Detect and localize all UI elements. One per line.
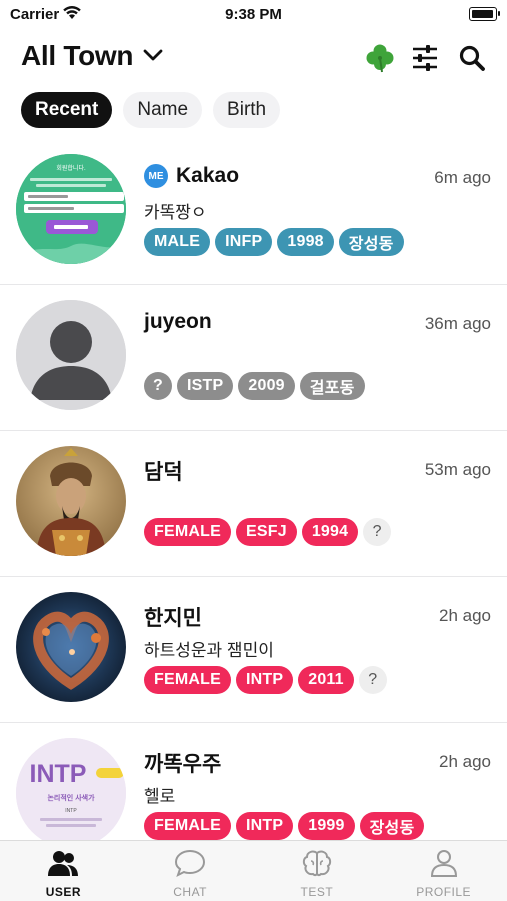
mbti-tag: INFP xyxy=(215,228,273,256)
avatar-small-text: INTP xyxy=(65,808,77,814)
gender-tag: FEMALE xyxy=(144,666,231,694)
name-line: 한지민 xyxy=(144,602,202,632)
town-selector[interactable]: All Town xyxy=(21,40,163,72)
tab-test[interactable]: TEST xyxy=(254,841,381,901)
intp-card-avatar: INTP 논리적인 사색가 INTP xyxy=(16,738,126,840)
gender-tag: MALE xyxy=(144,228,211,256)
bottom-tab-bar: USER CHAT TEST PROFILE xyxy=(0,840,507,901)
user-name: 한지민 xyxy=(144,607,202,630)
status-message: 헬로 xyxy=(144,787,176,806)
chat-bubble-icon xyxy=(174,849,206,882)
user-list: 회원합니다. ME Kakao 6m ago 카똑짱ㅇ MALE INFP 19… xyxy=(0,138,507,840)
user-name: 까똑우주 xyxy=(144,753,222,776)
avatar-big-text: INTP xyxy=(30,760,87,788)
tag-list: MALE INFP 1998 장성동 xyxy=(144,228,404,256)
tab-label: USER xyxy=(45,885,82,899)
tab-profile[interactable]: PROFILE xyxy=(380,841,507,901)
tab-user[interactable]: USER xyxy=(0,841,127,901)
birth-year-tag: 2011 xyxy=(298,666,354,694)
user-name: Kakao xyxy=(176,164,240,187)
mbti-tag: ISTP xyxy=(177,372,234,400)
time-ago: 36m ago xyxy=(424,314,491,333)
town-tag: 장성동 xyxy=(338,228,404,256)
gender-tag: FEMALE xyxy=(144,812,231,840)
sort-recent-chip[interactable]: Recent xyxy=(21,92,113,128)
tab-chat[interactable]: CHAT xyxy=(127,841,254,901)
user-row-kakao[interactable]: 회원합니다. ME Kakao 6m ago 카똑짱ㅇ MALE INFP 19… xyxy=(0,138,507,285)
time-ago: 2h ago xyxy=(439,606,491,625)
battery-icon xyxy=(469,7,500,21)
tag-list: ? ISTP 2009 걸포동 xyxy=(144,372,365,400)
page-title: All Town xyxy=(21,40,134,71)
warrior-portrait-avatar xyxy=(16,446,126,556)
sort-birth-chip[interactable]: Birth xyxy=(213,92,281,128)
tab-label: CHAT xyxy=(173,885,208,899)
user-row-damdeok[interactable]: 담덕 53m ago FEMALE ESFJ 1994 ? xyxy=(0,430,507,577)
birth-year-tag: 1998 xyxy=(277,228,334,256)
birth-year-tag: 2009 xyxy=(238,372,295,400)
clock: 9:38 PM xyxy=(225,6,282,23)
user-row-juyeon[interactable]: juyeon 36m ago ? ISTP 2009 걸포동 xyxy=(0,284,507,431)
gender-tag: FEMALE xyxy=(144,518,231,546)
avatar-sub-text: 논리적인 사색가 xyxy=(47,793,95,802)
user-row-kkattokuju[interactable]: INTP 논리적인 사색가 INTP 까똑우주 2h ago 헬로 FEMALE… xyxy=(0,722,507,840)
search-icon[interactable] xyxy=(456,42,488,74)
status-message: 카똑짱ㅇ xyxy=(144,203,207,222)
name-line: ME Kakao xyxy=(144,164,239,188)
user-row-hanjimin[interactable]: 한지민 2h ago 하트성운과 잼민이 FEMALE INTP 2011 ? xyxy=(0,576,507,723)
birth-year-tag: 1999 xyxy=(298,812,355,840)
name-line: juyeon xyxy=(144,310,212,334)
name-line: 담덕 xyxy=(144,456,183,486)
me-badge: ME xyxy=(144,164,168,188)
sort-name-chip[interactable]: Name xyxy=(123,92,203,128)
birth-year-tag: 1994 xyxy=(301,518,359,546)
name-line: 까똑우주 xyxy=(144,748,221,778)
default-person-avatar xyxy=(16,300,126,410)
mbti-tag: INTP xyxy=(235,666,294,694)
mbti-tag: INTP xyxy=(235,812,294,840)
town-tag: ? xyxy=(358,666,387,694)
tab-label: TEST xyxy=(300,885,334,899)
time-ago: 6m ago xyxy=(434,168,491,187)
time-ago: 2h ago xyxy=(439,752,491,771)
brain-icon xyxy=(301,849,333,882)
app-header: All Town xyxy=(0,38,507,82)
gender-tag: ? xyxy=(144,372,172,400)
town-tag: ? xyxy=(363,518,392,546)
clover-icon[interactable] xyxy=(364,42,396,74)
chevron-down-icon xyxy=(143,48,163,66)
mbti-tag: ESFJ xyxy=(235,518,297,546)
users-icon xyxy=(47,849,79,882)
tag-list: FEMALE INTP 2011 ? xyxy=(144,666,387,694)
time-ago: 53m ago xyxy=(424,460,491,479)
sort-options: Recent Name Birth xyxy=(21,92,281,128)
tab-label: PROFILE xyxy=(416,885,472,899)
filter-sliders-icon[interactable] xyxy=(409,42,441,74)
person-icon xyxy=(428,849,460,882)
status-bar: Carrier 9:38 PM xyxy=(0,0,507,28)
form-avatar-text: 회원합니다. xyxy=(56,164,86,172)
heart-nebula-avatar xyxy=(16,592,126,702)
status-message: 하트성운과 잼민이 xyxy=(144,641,274,660)
tag-list: FEMALE ESFJ 1994 ? xyxy=(144,518,392,546)
user-name: 담덕 xyxy=(144,461,183,484)
user-name: juyeon xyxy=(144,310,212,333)
town-tag: 장성동 xyxy=(359,812,425,840)
town-tag: 걸포동 xyxy=(299,372,365,400)
tag-list: FEMALE INTP 1999 장성동 xyxy=(144,812,425,840)
avatar: 회원합니다. xyxy=(16,154,126,264)
